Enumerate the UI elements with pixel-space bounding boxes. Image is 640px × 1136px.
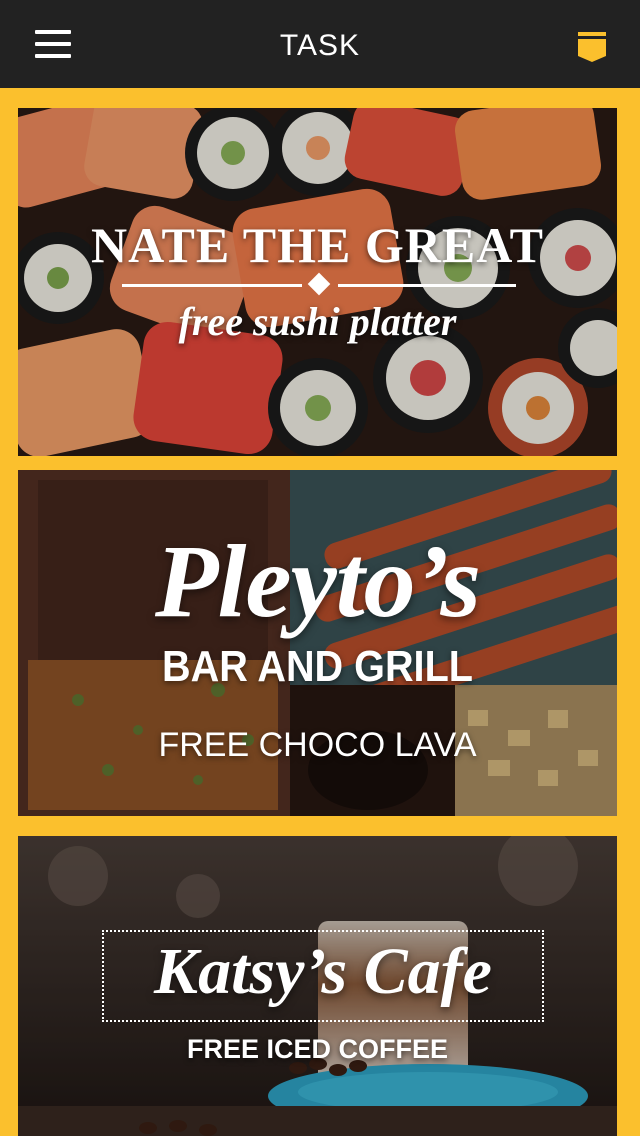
offer-text-overlay: NATE THE GREAT free sushi platter [18, 108, 617, 456]
offer-text-overlay: Katsy’s Cafe FREE ICED COFFEE [18, 836, 617, 1136]
restaurant-name: Katsy’s Cafe [154, 935, 492, 1008]
offer-description: FREE ICED COFFEE [186, 1034, 449, 1064]
offer-description: FREE CHOCO LAVA [158, 726, 477, 764]
offer-card-katsys-cafe[interactable]: Katsy’s Cafe FREE ICED COFFEE [18, 836, 617, 1136]
offer-text-overlay: Pleyto’s BAR AND GRILL FREE CHOCO LAVA [18, 470, 617, 816]
top-app-bar: TASK [0, 0, 640, 88]
offer-card-nate-the-great[interactable]: NATE THE GREAT free sushi platter [18, 108, 617, 456]
diamond-ornament-icon [307, 272, 331, 296]
divider-left [122, 284, 302, 287]
restaurant-name: Pleyto’s [154, 524, 481, 639]
restaurant-type: BAR AND GRILL [162, 642, 473, 691]
bookmark-icon[interactable] [576, 30, 608, 64]
offer-description: free sushi platter [178, 299, 457, 344]
divider-right [338, 284, 516, 287]
offer-card-pleytos[interactable]: Pleyto’s BAR AND GRILL FREE CHOCO LAVA [18, 470, 617, 816]
page-title: TASK [279, 29, 361, 62]
restaurant-name: NATE THE GREAT [91, 217, 544, 273]
